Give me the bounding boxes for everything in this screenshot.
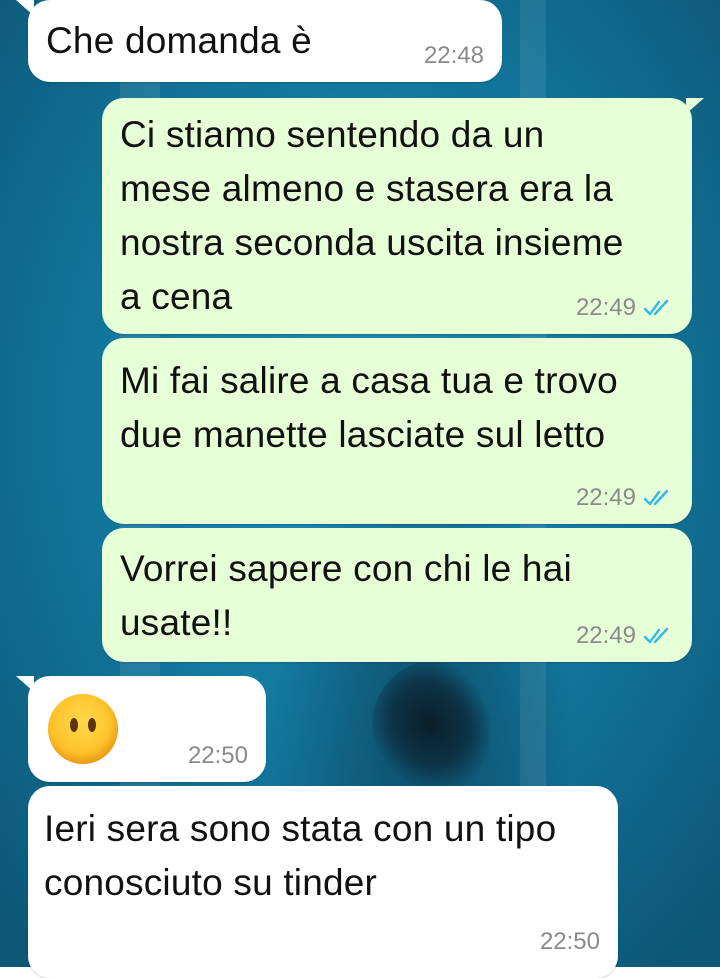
message-bubble-outgoing[interactable]: Ci stiamo sentendo da un mese almeno e s… <box>102 98 704 334</box>
message-meta: 22:50 <box>540 928 600 956</box>
message-text: Ieri sera sono stata con un tipo conosci… <box>44 808 557 903</box>
message-text: Ci stiamo sentendo da un mese almeno e s… <box>120 114 624 317</box>
face-without-mouth-emoji <box>48 694 118 764</box>
message-time: 22:49 <box>575 622 636 649</box>
double-check-icon <box>644 627 669 644</box>
double-check-icon <box>644 299 669 316</box>
message-text: Vorrei sapere con chi le hai usate!! <box>120 548 572 643</box>
message-time: 22:50 <box>187 742 248 769</box>
message-meta: 22:49 <box>576 622 674 650</box>
message-meta: 22:49 <box>576 484 674 512</box>
message-time: 22:49 <box>575 294 636 321</box>
message-bubble-incoming[interactable]: Che domanda è 22:48 <box>16 0 502 82</box>
message-time: 22:48 <box>423 42 484 69</box>
message-meta: 22:49 <box>576 294 674 322</box>
message-meta: 22:50 <box>188 742 248 770</box>
message-bubble-incoming[interactable]: Ieri sera sono stata con un tipo conosci… <box>28 786 618 978</box>
double-check-icon <box>644 489 669 506</box>
message-text: Mi fai salire a casa tua e trovo due man… <box>120 360 618 455</box>
emoji-eye <box>70 718 78 732</box>
message-text: Che domanda è <box>46 20 312 61</box>
message-bubble-outgoing[interactable]: Mi fai salire a casa tua e trovo due man… <box>102 338 692 524</box>
message-meta: 22:48 <box>424 42 484 70</box>
emoji-eye <box>88 718 96 732</box>
message-bubble-incoming[interactable]: 22:50 <box>16 676 266 782</box>
message-time: 22:50 <box>539 928 600 955</box>
message-bubble-outgoing[interactable]: Vorrei sapere con chi le hai usate!! 22:… <box>102 528 692 662</box>
message-time: 22:49 <box>575 484 636 511</box>
